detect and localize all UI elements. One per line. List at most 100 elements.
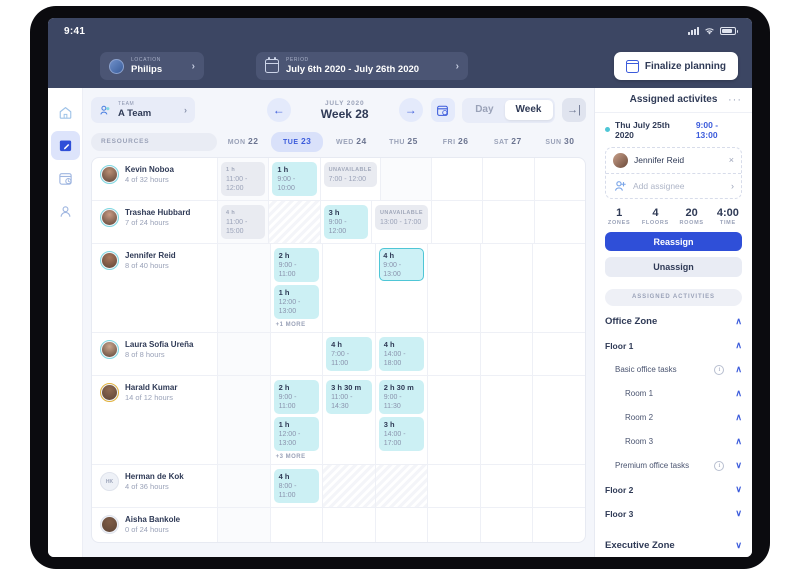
day-cell[interactable] <box>481 244 534 332</box>
day-header-wed[interactable]: WED 24 <box>325 132 377 152</box>
day-header-sat[interactable]: SAT 27 <box>482 132 534 152</box>
remove-assignee-icon[interactable]: × <box>729 155 734 165</box>
activity-card[interactable]: 1 h 12:00 - 13:00 <box>273 285 320 319</box>
activity-card[interactable]: 4 h 7:00 - 11:00 <box>326 337 372 371</box>
day-cell[interactable] <box>483 158 535 200</box>
unavailable-card[interactable]: UNAVAILABLE 7:00 - 12:00 <box>323 162 377 187</box>
activity-card[interactable]: 4 h 8:00 - 11:00 <box>273 469 320 503</box>
day-cell[interactable] <box>271 333 324 375</box>
day-cell[interactable]: 4 h 8:00 - 11:00 <box>271 465 324 507</box>
activity-card[interactable]: 3 h 14:00 - 17:00 <box>378 417 425 451</box>
day-cell[interactable] <box>218 244 271 332</box>
reassign-button[interactable]: Reassign <box>605 231 742 252</box>
day-cell[interactable] <box>428 244 481 332</box>
day-header-sun[interactable]: SUN 30 <box>534 132 586 152</box>
sidebar-item-planning[interactable] <box>50 131 80 160</box>
day-cell[interactable] <box>535 201 585 243</box>
day-cell[interactable]: 2 h 30 m 9:00 - 11:30 3 h 14:00 - 17:00 <box>376 376 429 464</box>
add-assignee-row[interactable]: Add assignee › <box>606 174 741 198</box>
day-cell[interactable] <box>323 508 376 542</box>
more-activities-link[interactable]: +3 MORE <box>274 454 320 460</box>
day-cell[interactable] <box>533 465 585 507</box>
day-cell[interactable] <box>533 333 585 375</box>
day-cell[interactable] <box>271 508 324 542</box>
tree-item-premium-office-tasks[interactable]: Premium office tasks i ∨ <box>595 454 752 478</box>
day-cell[interactable]: 1 h 9:00 - 10:00 <box>269 158 321 200</box>
activity-card[interactable]: 1 h 12:00 - 13:00 <box>273 417 320 451</box>
sidebar-item-schedule[interactable] <box>51 164 80 193</box>
today-button[interactable] <box>430 98 455 122</box>
team-selector[interactable]: TEAM A Team › <box>91 97 195 123</box>
day-header-mon[interactable]: MON 22 <box>217 132 269 152</box>
chevron-down-icon[interactable]: ∨ <box>735 540 742 551</box>
chevron-down-icon[interactable]: ∨ <box>735 508 742 519</box>
day-cell[interactable]: 2 h 9:00 - 11:00 1 h 12:00 - 13:00 +3 MORE <box>271 376 324 464</box>
assignee-row[interactable]: Jennifer Reid × <box>606 148 741 174</box>
more-activities-link[interactable]: +1 MORE <box>274 322 320 328</box>
day-cell[interactable]: UNAVAILABLE 7:00 - 12:00 <box>321 158 381 200</box>
day-cell[interactable] <box>481 333 534 375</box>
tree-item-floor-3[interactable]: Floor 3 ∨ <box>595 502 752 526</box>
resource-cell[interactable]: Trashae Hubbard 7 of 24 hours <box>92 201 218 243</box>
day-cell[interactable] <box>375 465 429 507</box>
tree-item-room-1[interactable]: Room 1 ∧ <box>595 382 752 406</box>
day-cell[interactable] <box>428 508 481 542</box>
activity-card[interactable]: 3 h 9:00 - 12:00 <box>323 205 368 239</box>
day-cell[interactable]: 2 h 9:00 - 11:00 1 h 12:00 - 13:00 +1 MORE <box>271 244 324 332</box>
next-week-button[interactable]: → <box>398 98 423 122</box>
chevron-up-icon[interactable]: ∧ <box>735 388 742 399</box>
day-cell[interactable] <box>481 376 534 464</box>
day-cell[interactable] <box>483 201 535 243</box>
day-cell[interactable] <box>376 508 429 542</box>
day-cell[interactable] <box>535 158 585 200</box>
view-mode-day[interactable]: Day <box>464 100 504 120</box>
day-cell[interactable] <box>269 201 321 243</box>
prev-week-button[interactable]: ← <box>266 98 291 122</box>
period-selector[interactable]: PERIOD July 6th 2020 - July 26th 2020 › <box>256 52 468 80</box>
day-cell[interactable] <box>428 376 481 464</box>
day-cell[interactable]: UNAVAILABLE 13:00 - 17:00 <box>372 201 432 243</box>
chevron-up-icon[interactable]: ∧ <box>735 364 742 375</box>
resource-cell[interactable]: HK Herman de Kok 4 of 36 hours <box>92 465 218 507</box>
day-cell[interactable] <box>533 244 585 332</box>
day-cell[interactable] <box>432 201 484 243</box>
view-mode-toggle[interactable]: Day Week <box>461 97 555 123</box>
day-cell[interactable]: 4 h 9:00 - 13:00 <box>376 244 429 332</box>
activity-card[interactable]: 3 h 30 m 11:00 - 14:30 <box>326 380 372 414</box>
day-cell[interactable] <box>218 465 271 507</box>
day-header-thu[interactable]: THU 25 <box>377 132 429 152</box>
resource-cell[interactable]: Laura Sofia Ureña 8 of 8 hours <box>92 333 218 375</box>
day-cell[interactable]: 4 h 11:00 - 15:00 <box>218 201 270 243</box>
day-cell[interactable]: 4 h 7:00 - 11:00 <box>323 333 376 375</box>
day-cell[interactable] <box>380 158 432 200</box>
tree-item-office-zone[interactable]: Office Zone ∧ <box>595 310 752 334</box>
chevron-up-icon[interactable]: ∧ <box>735 436 742 447</box>
resource-cell[interactable]: Jennifer Reid 8 of 40 hours <box>92 244 218 332</box>
activity-card[interactable]: 2 h 9:00 - 11:00 <box>273 248 320 282</box>
unassign-button[interactable]: Unassign <box>605 257 742 277</box>
day-cell[interactable] <box>481 508 534 542</box>
day-header-tue[interactable]: TUE 23 <box>271 132 324 152</box>
day-cell[interactable] <box>218 333 271 375</box>
day-cell[interactable]: 3 h 9:00 - 12:00 <box>321 201 372 243</box>
day-cell[interactable] <box>481 465 534 507</box>
activity-card[interactable]: 4 h 14:00 - 18:00 <box>378 337 425 371</box>
unavailable-card[interactable]: 1 h 11:00 - 12:00 <box>221 162 266 196</box>
day-cell[interactable] <box>323 244 376 332</box>
day-cell[interactable] <box>533 508 585 542</box>
unavailable-card[interactable]: 4 h 11:00 - 15:00 <box>221 205 266 239</box>
panel-menu-icon[interactable]: ··· <box>728 94 742 105</box>
tree-item-floor-2[interactable]: Floor 2 ∨ <box>595 478 752 502</box>
view-mode-week[interactable]: Week <box>504 100 553 120</box>
activity-card[interactable]: 1 h 9:00 - 10:00 <box>272 162 317 196</box>
tree-item-floor-1[interactable]: Floor 1 ∧ <box>595 334 752 358</box>
day-header-fri[interactable]: FRI 26 <box>430 132 482 152</box>
activity-card[interactable]: 2 h 9:00 - 11:00 <box>273 380 320 414</box>
sidebar-item-home[interactable] <box>51 98 80 127</box>
finalize-planning-button[interactable]: Finalize planning <box>613 52 738 80</box>
tree-item-executive-zone[interactable]: Executive Zone ∨ <box>595 534 752 557</box>
chevron-up-icon[interactable]: ∧ <box>735 316 742 327</box>
tree-item-room-3[interactable]: Room 3 ∧ <box>595 430 752 454</box>
day-cell[interactable] <box>323 465 376 507</box>
info-icon[interactable]: i <box>714 364 725 375</box>
